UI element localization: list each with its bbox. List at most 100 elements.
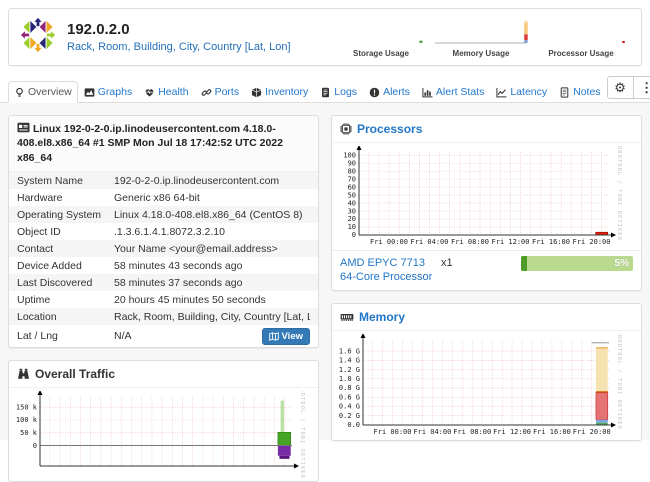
svg-text:90: 90: [348, 159, 356, 167]
overview-content: Linux 192-0-2-0.ip.linodeusercontent.com…: [0, 103, 650, 440]
cpu-icon: [340, 123, 352, 135]
tab-inventory[interactable]: Inventory: [245, 81, 314, 103]
panel-title: Processors: [357, 122, 422, 136]
tab-label: Ports: [215, 86, 240, 98]
overall-traffic-header: Overall Traffic: [9, 361, 318, 388]
row-value: Linux 4.18.0-408.el8.x86_64 (CentOS 8): [114, 209, 310, 221]
cpu-usage-label: 5%: [615, 256, 629, 271]
svg-text:70: 70: [348, 175, 356, 183]
svg-text:Fri 12:00: Fri 12:00: [493, 428, 531, 436]
binoculars-icon: [17, 368, 30, 380]
centos-logo: [19, 16, 57, 59]
tab-label: Logs: [334, 86, 357, 98]
table-row-latlng: Lat / Lng N/A View: [9, 325, 318, 347]
svg-text:Fri 00:00: Fri 00:00: [374, 428, 412, 436]
os-header: Linux 192-0-2-0.ip.linodeusercontent.com…: [9, 116, 318, 172]
cpu-names: AMD EPYC 7713x1 64-Core Processor: [340, 256, 453, 284]
overall-traffic-graph[interactable]: 050 k100 k150 kRRDTOOL / TOBI OETIKER: [12, 391, 306, 479]
tab-notes[interactable]: Notes: [553, 81, 606, 103]
tab-alerts[interactable]: Alerts: [363, 81, 416, 103]
mini-graph-label: Memory Usage: [453, 49, 510, 58]
mini-graph-processor[interactable]: Processor Usage: [531, 16, 631, 58]
device-header-card: 192.0.2.0 Rack, Room, Building, City, Co…: [8, 8, 642, 66]
device-overview-card: Linux 192-0-2-0.ip.linodeusercontent.com…: [8, 115, 319, 348]
view-button-label: View: [282, 331, 303, 342]
row-label: Device Added: [17, 260, 114, 272]
row-label: Uptime: [17, 294, 114, 306]
svg-text:Fri 00:00: Fri 00:00: [370, 238, 408, 246]
table-row: LocationRack, Room, Building, City, Coun…: [9, 308, 318, 325]
svg-text:1.2 G: 1.2 G: [339, 366, 360, 374]
tab-health[interactable]: Health: [138, 81, 194, 103]
svg-text:100: 100: [343, 151, 356, 159]
memory-header: Memory: [332, 304, 641, 331]
heartbeat-icon: [144, 87, 155, 98]
row-label: Operating System: [17, 209, 114, 221]
processors-header: Processors: [332, 116, 641, 143]
table-row: Object ID.1.3.6.1.4.1.8072.3.2.10: [9, 223, 318, 240]
device-location-link[interactable]: Rack, Room, Building, City, Country [Lat…: [67, 41, 291, 53]
tab-label: Overview: [28, 86, 72, 98]
mini-graph-storage[interactable]: Storage Usage: [331, 16, 431, 58]
svg-text:Fri 20:00: Fri 20:00: [573, 238, 611, 246]
tab-label: Alerts: [383, 86, 410, 98]
svg-text:150 k: 150 k: [16, 404, 38, 412]
tab-label: Inventory: [265, 86, 308, 98]
gear-icon: ⚙: [614, 80, 626, 96]
svg-text:1.4 G: 1.4 G: [339, 357, 360, 365]
tab-alert-stats[interactable]: Alert Stats: [416, 81, 490, 103]
svg-text:Fri 08:00: Fri 08:00: [451, 238, 489, 246]
left-column: Linux 192-0-2-0.ip.linodeusercontent.com…: [8, 115, 319, 482]
svg-text:0: 0: [33, 442, 37, 450]
panel-title: Memory: [359, 310, 405, 324]
line-chart-icon: [496, 87, 507, 98]
tab-ports[interactable]: Ports: [195, 81, 246, 103]
svg-text:50: 50: [348, 191, 356, 199]
memory-graph-wrap: 0.00.2 G0.4 G0.6 G0.8 G1.0 G1.2 G1.4 G1.…: [332, 331, 641, 440]
memory-card: Memory 0.00.2 G0.4 G0.6 G0.8 G1.0 G1.2 G…: [331, 303, 642, 441]
storage-usage-sparkline[interactable]: [333, 16, 429, 48]
table-row: ContactYour Name <your@email.address>: [9, 240, 318, 257]
cpu-usage-fill: [521, 256, 527, 271]
svg-text:10: 10: [348, 223, 356, 231]
tab-logs[interactable]: Logs: [314, 81, 363, 103]
row-label: System Name: [17, 175, 114, 187]
cpu-name-link[interactable]: AMD EPYC 7713: [340, 257, 425, 269]
svg-text:1.6 G: 1.6 G: [339, 347, 360, 355]
ram-icon: [340, 312, 354, 323]
table-row: Last Discovered58 minutes 37 seconds ago: [9, 274, 318, 291]
row-value: Rack, Room, Building, City, Country [Lat…: [114, 311, 310, 323]
cpu-desc-link[interactable]: 64-Core Processor: [340, 271, 432, 283]
memory-usage-sparkline[interactable]: [433, 16, 529, 48]
tab-label: Alert Stats: [436, 86, 484, 98]
row-value: 20 hours 45 minutes 50 seconds: [114, 294, 310, 306]
view-map-button[interactable]: View: [262, 328, 310, 345]
mini-graph-memory[interactable]: Memory Usage: [431, 16, 531, 58]
settings-button[interactable]: ⚙: [607, 76, 634, 99]
processor-usage-sparkline[interactable]: [533, 16, 629, 48]
tab-label: Latency: [510, 86, 547, 98]
row-value: 58 minutes 37 seconds ago: [114, 277, 310, 289]
tab-graphs[interactable]: Graphs: [78, 81, 138, 103]
more-options-button[interactable]: ⋮: [634, 76, 650, 99]
memory-graph[interactable]: 0.00.2 G0.4 G0.6 G0.8 G1.0 G1.2 G1.4 G1.…: [335, 334, 623, 438]
panel-title: Overall Traffic: [35, 367, 115, 381]
row-value: 192-0-2-0.ip.linodeusercontent.com: [114, 175, 310, 187]
cpu-usage-bar: 5%: [521, 256, 633, 271]
svg-text:0.0: 0.0: [347, 421, 360, 429]
svg-text:0.4 G: 0.4 G: [339, 403, 360, 411]
header-mini-graphs: Storage Usage Memory Usage Processor Usa…: [331, 16, 631, 58]
mini-graph-label: Processor Usage: [548, 49, 613, 58]
tab-overview[interactable]: Overview: [8, 81, 78, 103]
svg-text:0.8 G: 0.8 G: [339, 384, 360, 392]
processors-graph[interactable]: 0102030405060708090100Fri 00:00Fri 04:00…: [335, 146, 623, 248]
traffic-graph-wrap: 050 k100 k150 kRRDTOOL / TOBI OETIKER: [9, 388, 318, 481]
right-column: Processors 0102030405060708090100Fri 00:…: [331, 115, 642, 441]
svg-text:Fri 04:00: Fri 04:00: [413, 428, 451, 436]
cpu-row: AMD EPYC 7713x1 64-Core Processor 5%: [332, 250, 641, 290]
device-title: 192.0.2.0: [67, 21, 291, 39]
row-label: Last Discovered: [17, 277, 114, 289]
row-label: Hardware: [17, 192, 114, 204]
tab-latency[interactable]: Latency: [490, 81, 553, 103]
row-value: Your Name <your@email.address>: [114, 243, 310, 255]
